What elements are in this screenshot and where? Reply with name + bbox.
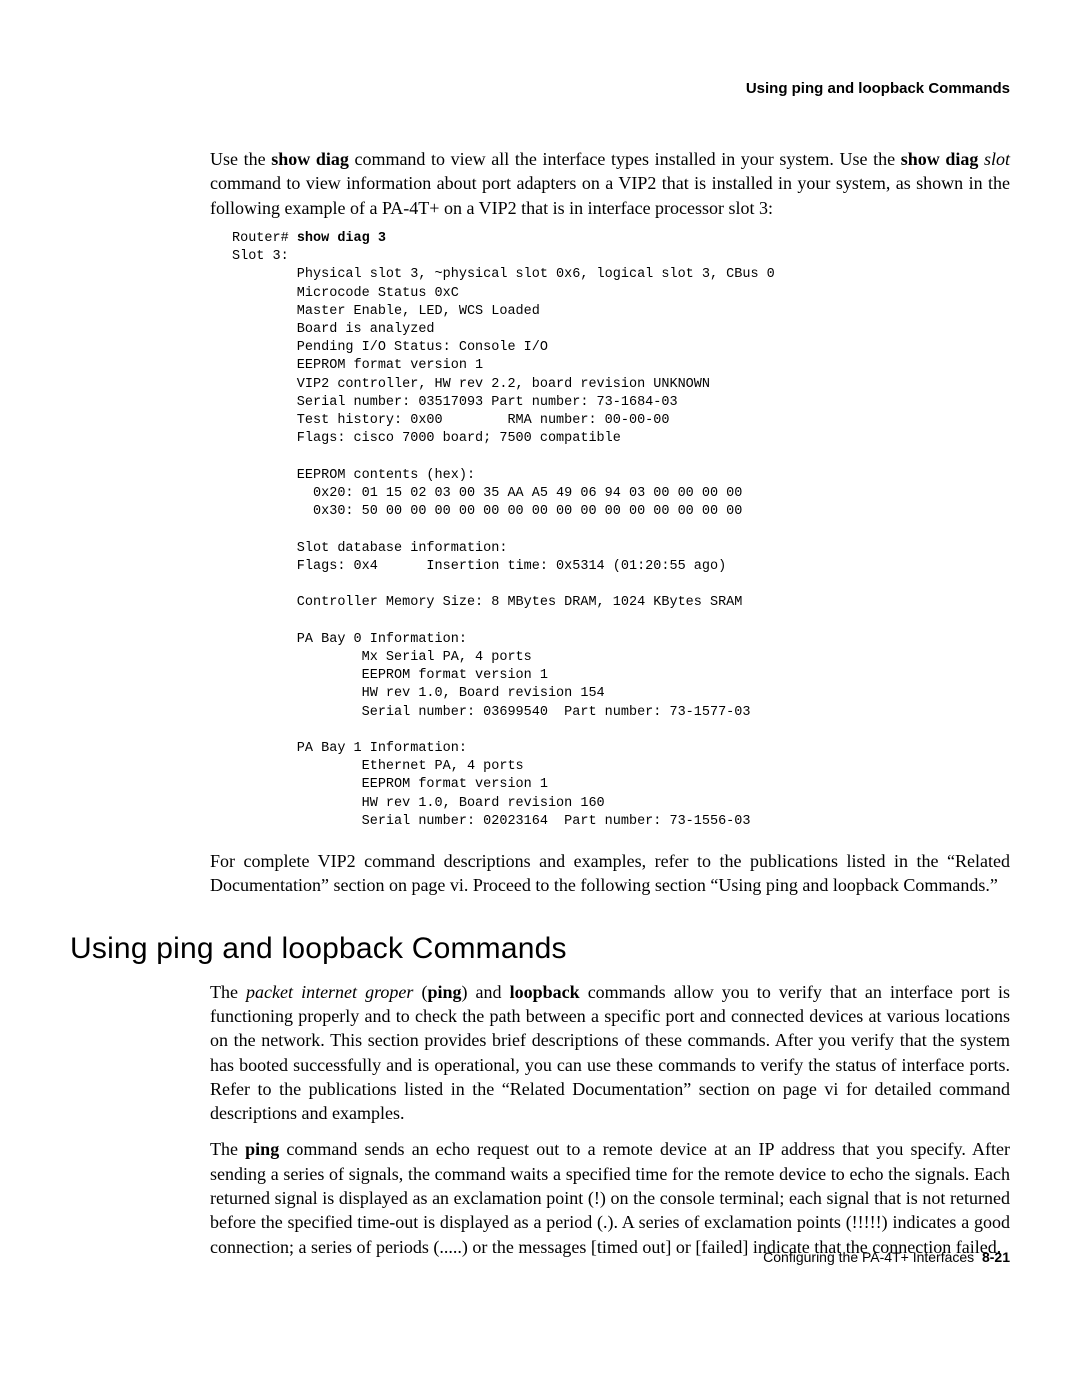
page-number: 8-21: [982, 1249, 1010, 1265]
section-para-1: The packet internet groper (ping) and lo…: [210, 980, 1010, 1126]
document-page: Using ping and loopback Commands Use the…: [0, 0, 1080, 1315]
intro-paragraph: Use the show diag command to view all th…: [210, 147, 1010, 220]
content-block: Use the show diag command to view all th…: [210, 147, 1010, 898]
footer-text: Configuring the PA-4T+ Interfaces: [763, 1249, 974, 1265]
section-heading: Using ping and loopback Commands: [70, 932, 1010, 966]
code-output: Router# show diag 3 Slot 3: Physical slo…: [210, 230, 1010, 831]
header-title: Using ping and loopback Commands: [746, 80, 1010, 97]
section-para-2: The ping command sends an echo request o…: [210, 1137, 1010, 1258]
page-header: Using ping and loopback Commands: [70, 80, 1010, 97]
page-footer: Configuring the PA-4T+ Interfaces 8-21: [763, 1249, 1010, 1265]
closing-paragraph: For complete VIP2 command descriptions a…: [210, 849, 1010, 898]
section-content: The packet internet groper (ping) and lo…: [210, 980, 1010, 1259]
